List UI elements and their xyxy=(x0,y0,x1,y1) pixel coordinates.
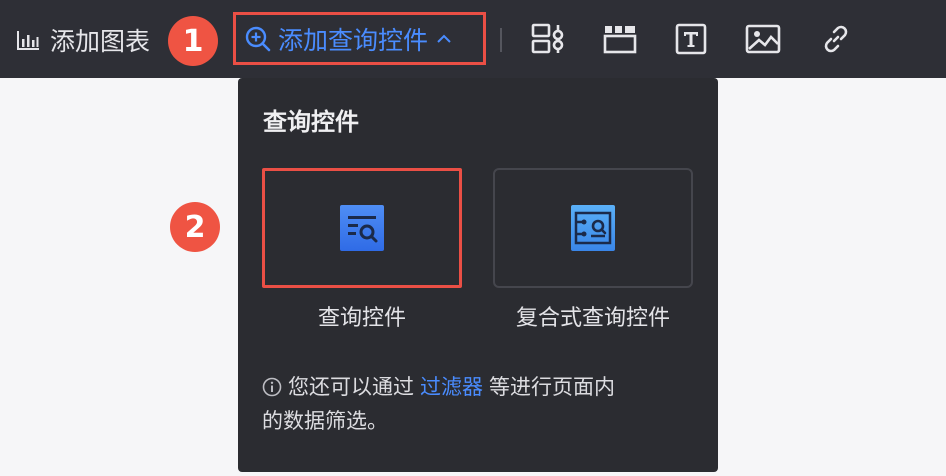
query-control-card-label: 查询控件 xyxy=(317,306,406,331)
zoom-plus-icon xyxy=(245,26,271,51)
popover-title: 查询控件 xyxy=(263,108,359,136)
add-chart-label: 添加图表 xyxy=(50,27,151,56)
add-query-control-label: 添加查询控件 xyxy=(278,25,429,55)
bar-chart-icon xyxy=(17,31,39,50)
info-icon xyxy=(262,377,282,397)
compound-query-control-card-label: 复合式查询控件 xyxy=(515,306,670,331)
compound-query-icon xyxy=(571,205,615,251)
filter-link[interactable]: 过滤器 xyxy=(420,375,483,399)
image-icon[interactable] xyxy=(745,21,781,57)
layout-control-icon[interactable] xyxy=(530,21,566,57)
toolbar: 添加图表 添加查询控件 xyxy=(0,0,946,78)
chevron-up-icon xyxy=(437,34,451,43)
query-control-card[interactable] xyxy=(262,168,462,288)
filter-hint: 您还可以通过 过滤器 等进行页面内的数据筛选。 xyxy=(262,370,702,438)
query-filter-icon xyxy=(340,205,384,251)
hint-line2: 的数据筛选。 xyxy=(262,409,388,433)
toolbar-divider xyxy=(500,28,502,52)
step-badge-2: 2 xyxy=(170,202,220,252)
hint-suffix: 等进行页面内 xyxy=(489,375,615,399)
tab-container-icon[interactable] xyxy=(602,21,638,57)
add-chart-button[interactable]: 添加图表 xyxy=(16,22,150,58)
query-control-popover: 查询控件 查询控件 复合式查询控件 您还可以通过 过滤器 等进行页面内 的数据筛… xyxy=(238,78,718,472)
hint-prefix: 您还可以通过 xyxy=(288,375,414,399)
compound-query-control-card[interactable] xyxy=(493,168,693,288)
add-query-control-button[interactable]: 添加查询控件 xyxy=(233,12,486,65)
text-box-icon[interactable] xyxy=(673,21,709,57)
link-icon[interactable] xyxy=(818,21,854,57)
step-badge-1: 1 xyxy=(168,16,218,66)
